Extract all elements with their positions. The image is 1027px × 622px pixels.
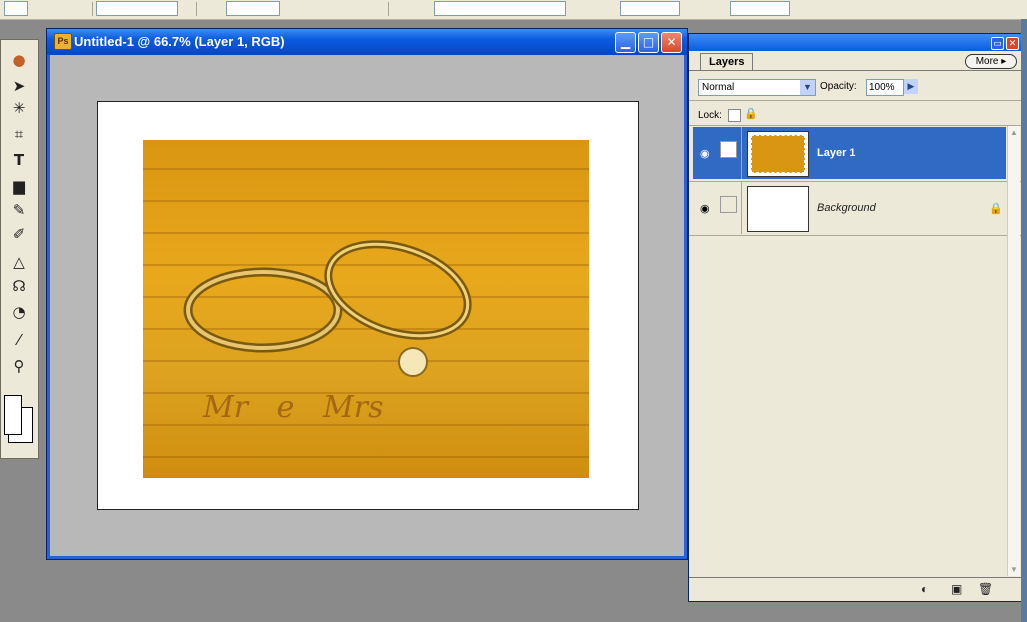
- close-button[interactable]: ✕: [661, 32, 682, 53]
- marquee-tool-icon[interactable]: ●: [6, 50, 32, 70]
- lock-icon[interactable]: 🔒: [744, 107, 758, 120]
- separator: [92, 2, 93, 16]
- magic-wand-icon[interactable]: ✳: [6, 98, 32, 118]
- canvas[interactable]: Mr e Mrs: [97, 101, 639, 510]
- new-layer-icon[interactable]: ▣: [951, 582, 962, 596]
- brush-tool-icon[interactable]: ✎: [6, 200, 32, 220]
- toolbox: ● ➤ ✳ ⌗ T ▆ ✎ ✐ △ ☊ ◔ ⁄ ⚲: [0, 39, 39, 459]
- separator: [388, 2, 389, 16]
- layer-row-background[interactable]: ◉ Background 🔒: [693, 182, 1006, 234]
- blend-mode-value: Normal: [702, 82, 735, 93]
- divider: [689, 125, 1021, 126]
- type-tool-icon[interactable]: T: [6, 150, 32, 170]
- smudge-tool-icon[interactable]: ☊: [6, 276, 32, 296]
- palette-bottom-bar: ◐ ▣ 🗑: [689, 577, 1021, 600]
- rings-photo: Mr e Mrs: [143, 140, 589, 478]
- brush-link-icon[interactable]: [720, 196, 737, 213]
- maximize-button[interactable]: □: [638, 32, 659, 53]
- zoom-tool-icon[interactable]: ⚲: [6, 356, 32, 376]
- crop-tool-icon[interactable]: ⌗: [6, 124, 32, 144]
- document-window: Ps Untitled-1 @ 66.7% (Layer 1, RGB) ▁ □…: [46, 28, 688, 560]
- layer-name: Background: [817, 202, 876, 214]
- selection-mode-buttons[interactable]: [96, 1, 178, 16]
- scroll-up-icon[interactable]: ▲: [1009, 128, 1019, 137]
- separator: [196, 2, 197, 16]
- dodge-tool-icon[interactable]: ◔: [6, 302, 32, 322]
- foreground-color-swatch[interactable]: [4, 395, 22, 435]
- eye-icon[interactable]: ◉: [700, 202, 710, 215]
- opacity-input[interactable]: 100%: [866, 79, 904, 96]
- tab-divider: [689, 70, 1021, 71]
- blend-mode-select[interactable]: Normal ▼: [698, 79, 816, 96]
- document-titlebar[interactable]: Ps Untitled-1 @ 66.7% (Layer 1, RGB) ▁ □…: [47, 29, 687, 55]
- background-window-edge: [1021, 19, 1027, 622]
- brush-link-icon[interactable]: [720, 141, 737, 158]
- column-divider: [741, 182, 742, 234]
- trash-icon[interactable]: 🗑: [978, 582, 993, 596]
- layer-thumbnail: [747, 131, 809, 177]
- more-button[interactable]: More ▸: [965, 54, 1017, 69]
- opacity-label: Opacity:: [820, 81, 857, 92]
- gradient-tool-icon[interactable]: ▆: [6, 176, 32, 196]
- layer-row-layer-1[interactable]: ◉ Layer 1: [693, 127, 1006, 179]
- scroll-down-icon[interactable]: ▼: [1009, 565, 1019, 574]
- sharpen-tool-icon[interactable]: △: [6, 252, 32, 272]
- opacity-slider-arrow-icon[interactable]: ▶: [904, 79, 918, 94]
- tool-preset-picker[interactable]: [4, 1, 28, 16]
- height-field[interactable]: [730, 1, 790, 16]
- palette-titlebar[interactable]: ▭ ✕: [689, 34, 1021, 51]
- lock-label: Lock:: [698, 110, 722, 121]
- minimize-button[interactable]: ▁: [615, 32, 636, 53]
- width-field[interactable]: [620, 1, 680, 16]
- tab-layers[interactable]: Layers: [700, 53, 754, 70]
- scrollbar[interactable]: ▲ ▼: [1007, 126, 1020, 576]
- style-dropdown[interactable]: [434, 1, 566, 16]
- layer-thumbnail: [747, 186, 809, 232]
- lock-transparency-checkbox[interactable]: [728, 109, 741, 122]
- adjustment-layer-icon[interactable]: ◐: [921, 582, 928, 596]
- eye-icon[interactable]: ◉: [700, 147, 710, 160]
- palette-close-button[interactable]: ✕: [1006, 37, 1019, 50]
- chevron-down-icon[interactable]: ▼: [800, 80, 815, 95]
- layers-palette: ▭ ✕ Layers More ▸ Normal ▼ Opacity: 100%…: [688, 33, 1022, 602]
- layer-name: Layer 1: [817, 147, 856, 159]
- options-bar: [0, 0, 1027, 20]
- layer-lock-icon: 🔒: [989, 203, 1003, 215]
- divider: [689, 100, 1021, 101]
- move-tool-icon[interactable]: ➤: [6, 76, 32, 96]
- column-divider: [741, 127, 742, 179]
- photoshop-document-icon: Ps: [54, 33, 72, 50]
- palette-minimize-button[interactable]: ▭: [991, 37, 1004, 50]
- eraser-tool-icon[interactable]: ✐: [6, 224, 32, 244]
- feather-field[interactable]: [226, 1, 280, 16]
- eyedropper-icon[interactable]: ⁄: [6, 330, 32, 350]
- rings-drawing: [183, 240, 472, 377]
- document-title: Untitled-1 @ 66.7% (Layer 1, RGB): [74, 34, 285, 49]
- divider: [689, 235, 1021, 236]
- photo-handwriting: Mr e Mrs: [203, 390, 384, 425]
